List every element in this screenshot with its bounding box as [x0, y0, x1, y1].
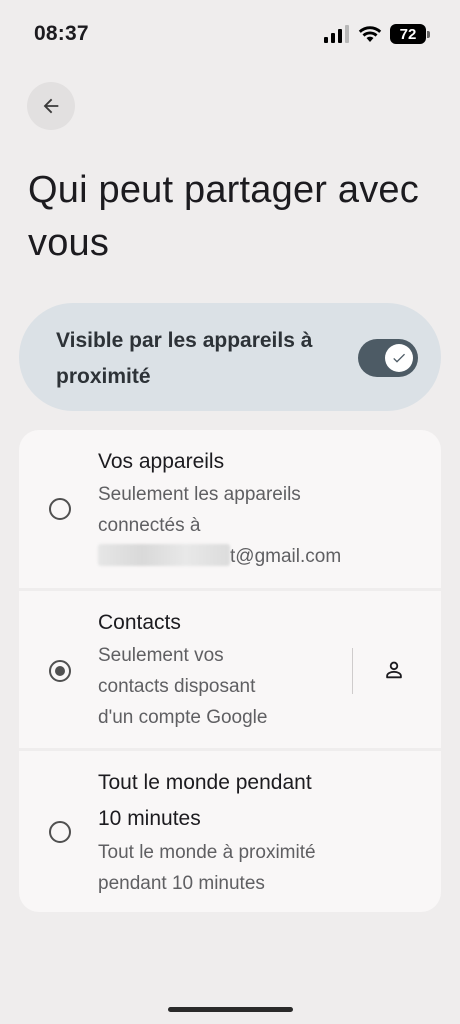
radio-your-devices[interactable]: [49, 498, 71, 520]
option-your-devices[interactable]: Vos appareils Seulement les appareils co…: [19, 430, 441, 588]
option-email: t@gmail.com: [98, 541, 341, 572]
battery-level: 72: [390, 24, 426, 44]
option-title: Contacts: [98, 611, 181, 634]
option-contacts[interactable]: Contacts Seulement vos contacts disposan…: [19, 591, 441, 748]
radio-everyone[interactable]: [49, 821, 71, 843]
check-icon: [393, 353, 405, 363]
visibility-toggle[interactable]: [358, 339, 418, 377]
option-everyone[interactable]: Tout le monde pendant 10 minutes Tout le…: [19, 751, 441, 912]
option-desc-line: d'un compte Google: [98, 707, 268, 728]
back-button[interactable]: [27, 82, 75, 130]
toggle-thumb: [385, 344, 413, 372]
arrow-back-icon: [43, 98, 59, 114]
radio-contacts[interactable]: [49, 660, 71, 682]
option-desc-line: pendant 10 minutes: [98, 873, 265, 894]
option-desc-line: connectés à: [98, 515, 201, 536]
option-title: 10 minutes: [98, 807, 201, 830]
status-time: 08:37: [34, 22, 89, 45]
person-icon[interactable]: [381, 657, 407, 683]
status-bar: 08:37 72: [0, 0, 460, 68]
share-options-list: Vos appareils Seulement les appareils co…: [19, 430, 441, 915]
email-suffix: t@gmail.com: [230, 546, 342, 567]
option-title: Tout le monde pendant: [98, 771, 312, 794]
status-icons: 72: [324, 22, 430, 46]
visibility-label: Visible par les appareils à proximité: [56, 329, 313, 388]
option-title: Vos appareils: [98, 450, 225, 473]
option-desc-line: Seulement vos: [98, 645, 224, 666]
option-desc-line: contacts disposant: [98, 676, 256, 697]
battery-icon: 72: [390, 24, 430, 44]
signal-icon: [324, 25, 349, 43]
home-indicator[interactable]: [168, 1007, 293, 1012]
visibility-card[interactable]: Visible par les appareils à proximité: [19, 303, 441, 411]
option-desc-line: Seulement les appareils: [98, 484, 301, 505]
wifi-icon: [358, 26, 382, 42]
redacted-email: [98, 544, 230, 566]
divider: [352, 648, 353, 694]
page-title: Qui peut partager avec vous: [28, 169, 419, 264]
option-desc-line: Tout le monde à proximité: [98, 842, 316, 863]
